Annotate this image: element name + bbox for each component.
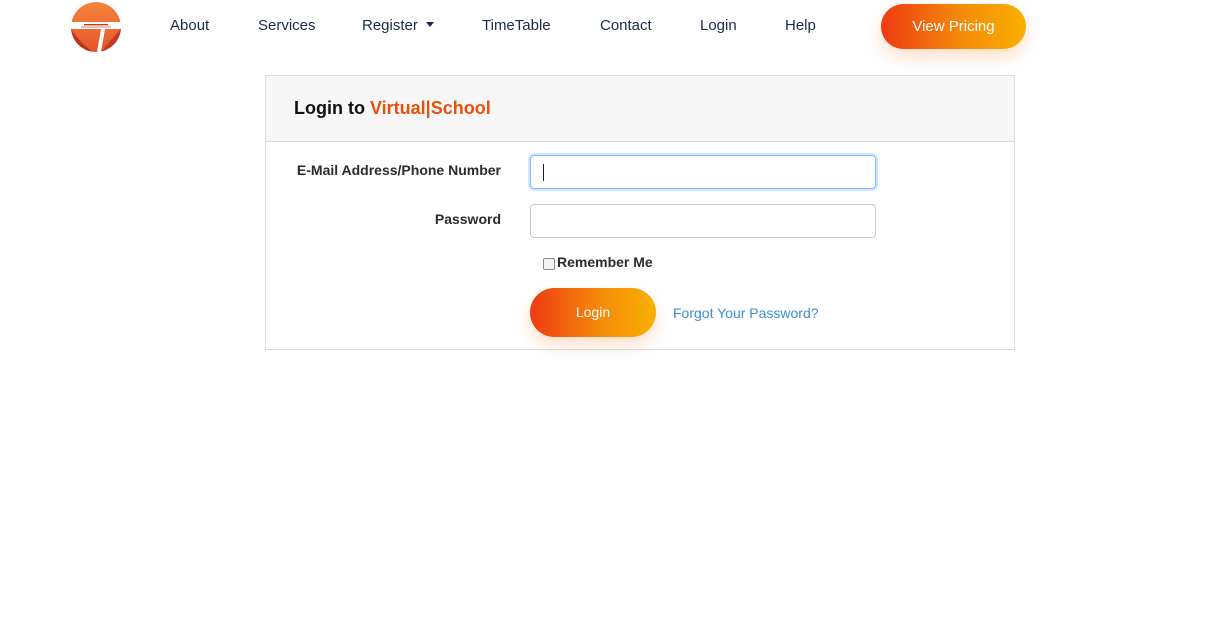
login-card-title: Login to Virtual|School <box>294 98 491 119</box>
dropdown-caret-icon <box>425 22 434 27</box>
nav-link-about[interactable]: About <box>170 16 209 36</box>
nav-register-label: Register <box>362 17 418 34</box>
view-pricing-button[interactable]: View Pricing <box>881 4 1026 49</box>
brand-name: Virtual|School <box>369 98 491 118</box>
nav-timetable-label: TimeTable <box>482 17 551 34</box>
top-navbar: About Services Register TimeTable Contac… <box>0 0 1217 54</box>
nav-dropdown-register[interactable]: Register <box>362 16 434 36</box>
password-label: Password <box>434 211 501 227</box>
nav-services-label: Services <box>258 17 316 34</box>
school-logo-icon[interactable] <box>71 2 121 52</box>
login-card-header: Login to Virtual|School <box>266 76 1014 142</box>
login-submit-button[interactable]: Login <box>530 288 656 337</box>
nav-link-timetable[interactable]: TimeTable <box>482 16 551 36</box>
nav-link-help[interactable]: Help <box>785 16 816 36</box>
forgot-password-link[interactable]: Forgot Your Password? <box>673 305 819 321</box>
nav-login-label: Login <box>700 17 737 34</box>
nav-about-label: About <box>170 17 210 34</box>
text-cursor <box>543 164 544 181</box>
nav-contact-label: Contact <box>600 17 652 34</box>
email-label: E-Mail Address/Phone Number <box>296 162 501 178</box>
login-card: Login to Virtual|School E-Mail Address/P… <box>265 75 1015 350</box>
nav-help-label: Help <box>785 17 816 34</box>
nav-link-contact[interactable]: Contact <box>600 16 652 36</box>
remember-me-label[interactable]: Remember Me <box>557 254 653 270</box>
password-input[interactable] <box>530 204 876 238</box>
nav-link-login[interactable]: Login <box>700 16 737 36</box>
login-title-prefix: Login to <box>294 98 370 118</box>
email-phone-input[interactable] <box>530 155 876 189</box>
nav-link-services[interactable]: Services <box>258 16 316 36</box>
remember-me-checkbox[interactable] <box>543 258 555 270</box>
